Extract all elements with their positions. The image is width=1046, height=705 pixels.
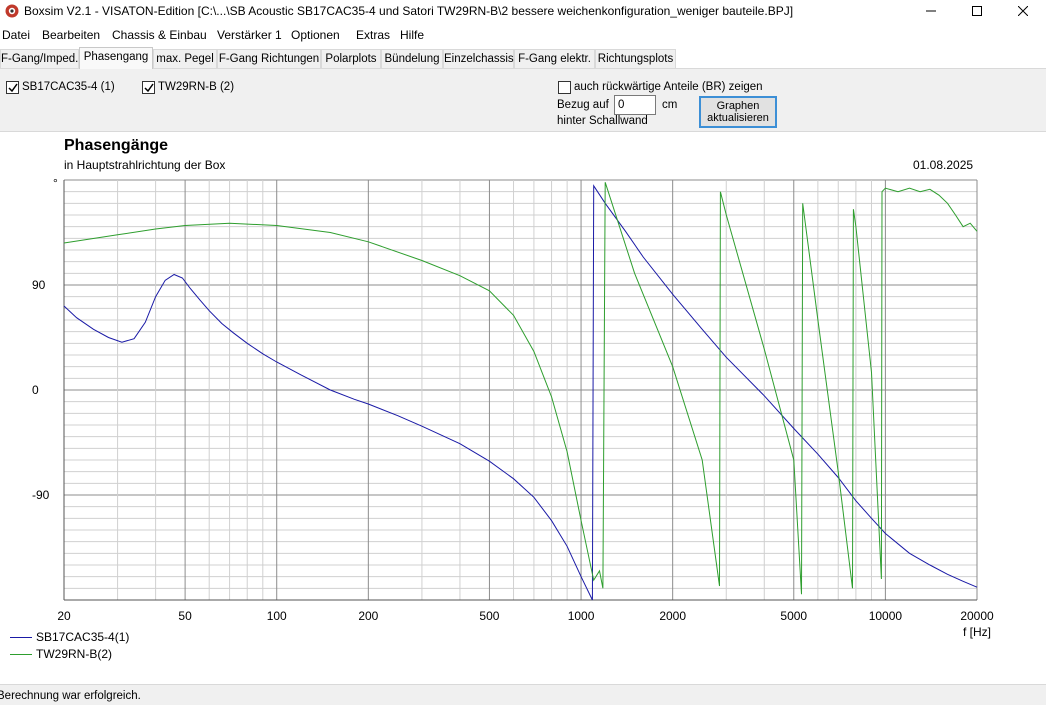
y-tick-label: 90 <box>32 278 46 292</box>
y-tick-label: 0 <box>32 383 39 397</box>
x-tick-label: 50 <box>178 609 192 623</box>
x-tick-label: 100 <box>267 609 287 623</box>
x-tick-label: 20 <box>57 609 71 623</box>
legend-label: TW29RN-B(2) <box>36 647 113 661</box>
x-tick-label: 500 <box>479 609 499 623</box>
chart-series <box>63 182 978 601</box>
phase-chart: 90 0 -90 ° 20 50 100 200 500 1000 2000 5000 10000 200… <box>32 176 994 639</box>
y-tick-label: -90 <box>32 488 50 502</box>
x-tick-label: 1000 <box>568 609 595 623</box>
series-line-1 <box>63 184 978 601</box>
series-line-2 <box>63 182 978 595</box>
legend-swatch <box>10 654 32 655</box>
x-tick-label: 2000 <box>659 609 686 623</box>
status-text: Berechnung war erfolgreich. <box>0 690 141 702</box>
y-axis-unit-label: ° <box>53 176 58 190</box>
legend-swatch <box>10 637 32 638</box>
x-tick-label: 20000 <box>960 609 994 623</box>
x-tick-label: 10000 <box>869 609 903 623</box>
boxsim-window: Boxsim V2.1 - VISATON-Edition [C:\...\SB… <box>0 0 1046 705</box>
tab-phasengang[interactable]: Phasengang <box>79 47 153 69</box>
status-bar: Berechnung war erfolgreich. <box>0 684 1046 705</box>
x-axis-label: f [Hz] <box>963 625 991 639</box>
chart-grid <box>63 179 978 601</box>
x-tick-label: 200 <box>358 609 378 623</box>
legend-label: SB17CAC35-4(1) <box>36 630 130 644</box>
x-tick-label: 5000 <box>780 609 807 623</box>
